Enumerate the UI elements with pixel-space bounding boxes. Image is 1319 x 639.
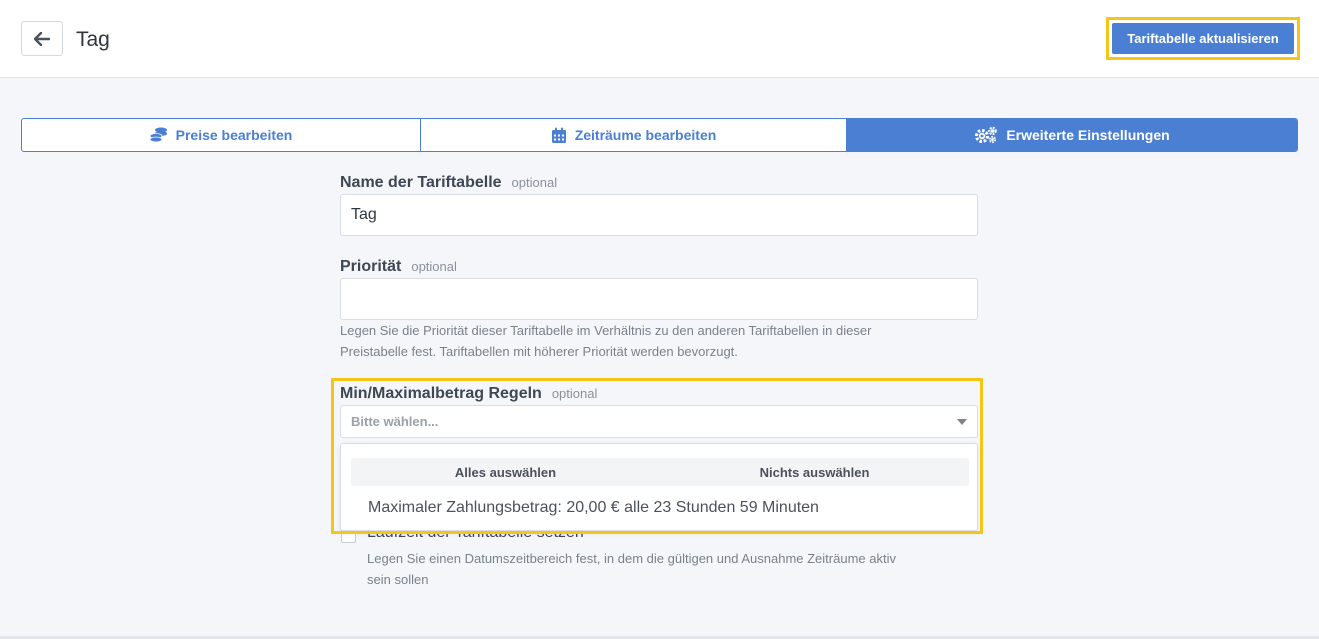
tab-edit-periods[interactable]: Zeiträume bearbeiten — [420, 119, 846, 151]
priority-help-line-1: Legen Sie die Priorität dieser Tariftabe… — [340, 323, 872, 338]
page-title: Tag — [76, 28, 110, 51]
update-tariff-table-button[interactable]: Tariftabelle aktualisieren — [1112, 23, 1294, 54]
priority-optional-hint: optional — [411, 259, 457, 274]
priority-field-label: Priorität optional — [340, 258, 457, 276]
page-header: Tag Tariftabelle aktualisieren — [0, 0, 1319, 78]
tab-edit-prices[interactable]: Preise bearbeiten — [22, 119, 420, 151]
tab-advanced-settings-label: Erweiterte Einstellungen — [1006, 127, 1170, 143]
priority-label-text: Priorität — [340, 258, 402, 275]
back-button[interactable] — [21, 21, 63, 56]
name-optional-hint: optional — [511, 175, 558, 190]
tab-edit-periods-label: Zeiträume bearbeiten — [574, 127, 717, 143]
coins-icon — [149, 127, 167, 143]
name-label-text: Name der Tariftabelle — [340, 174, 502, 191]
priority-help-text: Legen Sie die Priorität dieser Tariftabe… — [340, 320, 871, 362]
gears-icon — [975, 126, 998, 144]
priority-help-line-2: Preistabelle fest. Tariftabellen mit höh… — [340, 344, 738, 359]
minmax-highlight-frame — [331, 378, 983, 534]
runtime-help-line-2: sein sollen — [367, 572, 429, 587]
runtime-help-text: Legen Sie einen Datumszeitbereich fest, … — [367, 548, 896, 590]
tab-bar: Preise bearbeiten Zeiträume bearbeiten E… — [21, 118, 1298, 152]
priority-input[interactable] — [340, 278, 978, 320]
tariff-table-name-input[interactable] — [340, 194, 978, 236]
arrow-left-icon — [34, 31, 50, 46]
tab-edit-prices-label: Preise bearbeiten — [175, 127, 293, 143]
update-button-highlight: Tariftabelle aktualisieren — [1106, 17, 1300, 60]
calendar-icon — [551, 127, 566, 143]
tab-advanced-settings[interactable]: Erweiterte Einstellungen — [846, 119, 1297, 151]
name-field-label: Name der Tariftabelle optional — [340, 174, 557, 192]
runtime-help-line-1: Legen Sie einen Datumszeitbereich fest, … — [367, 551, 896, 566]
